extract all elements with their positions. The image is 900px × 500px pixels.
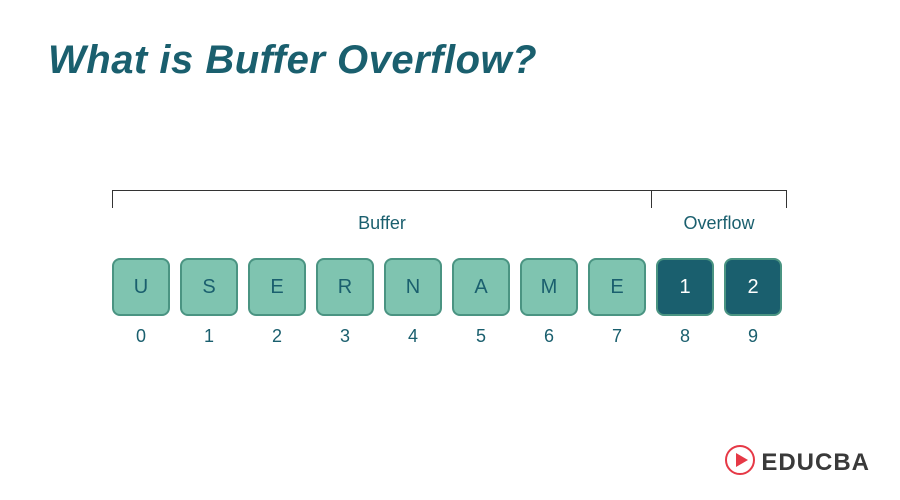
cell-index: 9 [724, 326, 782, 347]
cell-index: 0 [112, 326, 170, 347]
buffer-label: Buffer [113, 213, 651, 234]
cell-overflow: 2 [724, 258, 782, 316]
logo-text: EDUCBA [761, 449, 870, 477]
buffer-bracket: Buffer [112, 190, 652, 208]
cell: N [384, 258, 442, 316]
cell-overflow: 1 [656, 258, 714, 316]
cell: S [180, 258, 238, 316]
cell: E [248, 258, 306, 316]
cell: U [112, 258, 170, 316]
page-title: What is Buffer Overflow? [48, 38, 537, 83]
cell: R [316, 258, 374, 316]
cell-index: 5 [452, 326, 510, 347]
overflow-label: Overflow [652, 213, 786, 234]
play-icon [725, 445, 755, 480]
index-row: 0 1 2 3 4 5 6 7 8 9 [112, 326, 788, 347]
cell: A [452, 258, 510, 316]
cell-index: 8 [656, 326, 714, 347]
cell-index: 2 [248, 326, 306, 347]
cell-index: 1 [180, 326, 238, 347]
cell-index: 6 [520, 326, 578, 347]
buffer-overflow-diagram: Buffer Overflow U S E R N A M E 1 2 0 1 … [112, 190, 788, 347]
cell-index: 4 [384, 326, 442, 347]
cells-row: U S E R N A M E 1 2 [112, 258, 788, 316]
cell: E [588, 258, 646, 316]
cell: M [520, 258, 578, 316]
cell-index: 7 [588, 326, 646, 347]
cell-index: 3 [316, 326, 374, 347]
brand-logo: EDUCBA [725, 445, 870, 480]
section-brackets: Buffer Overflow [112, 190, 788, 240]
overflow-bracket: Overflow [651, 190, 787, 208]
